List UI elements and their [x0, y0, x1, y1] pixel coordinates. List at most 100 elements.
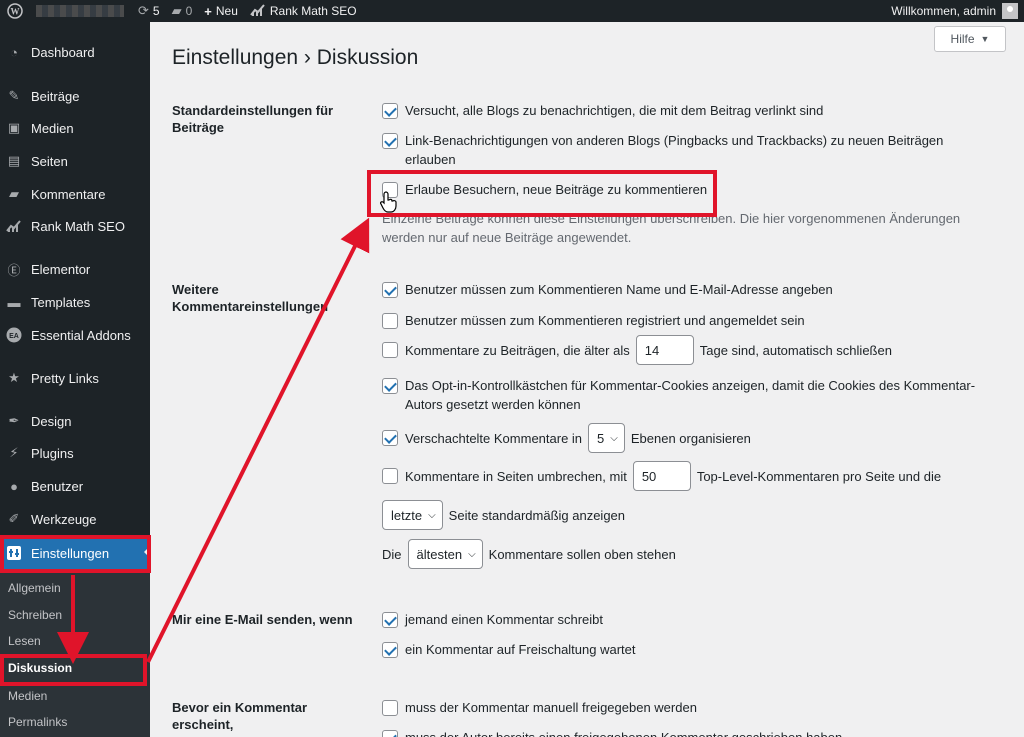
- checkbox[interactable]: [382, 103, 398, 119]
- option-label: ein Kommentar auf Freischaltung wartet: [405, 642, 636, 657]
- option-notify-blogs[interactable]: Versucht, alle Blogs zu benachrichtigen,…: [382, 101, 1002, 120]
- option-label-suffix: Top-Level-Kommentaren pro Seite und die: [696, 468, 942, 484]
- option-require-name-email[interactable]: Benutzer müssen zum Kommentieren Name un…: [382, 280, 1002, 299]
- option-threaded-comments[interactable]: Verschachtelte Kommentare in 5 ⌵ Ebenen …: [382, 423, 1002, 453]
- menu-label: Pretty Links: [31, 370, 99, 386]
- menu-label: Plugins: [31, 445, 74, 461]
- dashboard-icon: ◔: [10, 44, 18, 60]
- menu-media[interactable]: ▣ Medien: [0, 113, 150, 143]
- help-label: Hilfe: [950, 32, 975, 46]
- days-input[interactable]: 14: [635, 335, 694, 365]
- option-label: Kommentare in Seiten umbrechen, mit: [405, 468, 627, 484]
- menu-label: Kommentare: [31, 186, 106, 202]
- menu-dashboard[interactable]: ◔ Dashboard: [0, 37, 150, 67]
- admin-sidebar: ◔ Dashboard ✎ Beiträge ▣ Medien ▤ Seiten…: [0, 22, 150, 737]
- menu-label: Benutzer: [31, 478, 84, 494]
- chart-icon: [6, 218, 22, 234]
- option-label: Benutzer müssen zum Kommentieren Name un…: [405, 282, 833, 297]
- submenu-permalinks[interactable]: Permalinks: [0, 710, 150, 734]
- option-pingbacks[interactable]: Link-Benachrichtigungen von anderen Blog…: [382, 131, 982, 169]
- select-value: 5: [597, 430, 605, 446]
- chart-icon: [250, 3, 266, 19]
- option-label-suffix: Seite standardmäßig anzeigen: [448, 507, 626, 523]
- checkbox[interactable]: [382, 468, 398, 484]
- menu-pretty-links[interactable]: ★ Pretty Links: [0, 363, 150, 393]
- select-value: letzte: [391, 507, 423, 523]
- comments-icon: ▰: [9, 186, 19, 201]
- menu-design[interactable]: ✒ Design: [0, 406, 150, 436]
- option-paged-comments[interactable]: Kommentare in Seiten umbrechen, mit 50 T…: [382, 461, 1002, 491]
- wordpress-logo-icon[interactable]: W: [0, 0, 30, 22]
- help-button[interactable]: Hilfe ▼: [934, 26, 1006, 52]
- plugin-icon: ⚡: [9, 445, 19, 460]
- submenu-general[interactable]: Allgemein: [0, 576, 150, 600]
- checkbox[interactable]: [382, 642, 398, 658]
- menu-plugins[interactable]: ⚡ Plugins: [0, 438, 150, 468]
- checkbox[interactable]: [382, 342, 398, 358]
- checkbox[interactable]: [382, 730, 398, 737]
- option-default-page: letzte ⌵ Seite standardmäßig anzeigen: [382, 500, 1002, 530]
- chevron-down-icon: ⌵: [610, 432, 618, 444]
- refresh-icon: ⟳: [138, 3, 149, 18]
- menu-rank-math[interactable]: Rank Math SEO: [0, 211, 150, 241]
- rank-math-link[interactable]: Rank Math SEO: [244, 0, 363, 22]
- per-page-input[interactable]: 50: [632, 461, 691, 491]
- hand-cursor-icon: [380, 191, 397, 213]
- star-icon: ★: [8, 370, 20, 385]
- submenu-media[interactable]: Medien: [0, 684, 150, 708]
- main-content: Hilfe ▼ Einstellungen › Diskussion Stand…: [150, 22, 1024, 737]
- chevron-down-icon: ⌵: [468, 548, 476, 560]
- menu-tools[interactable]: ✐ Werkzeuge: [0, 504, 150, 534]
- option-mail-on-moderation[interactable]: ein Kommentar auf Freischaltung wartet: [382, 640, 1002, 659]
- updates-link[interactable]: ⟳ 5: [132, 0, 166, 22]
- select-value: ältesten: [416, 546, 463, 562]
- menu-templates[interactable]: ▬ Templates: [0, 287, 150, 317]
- option-mail-on-comment[interactable]: jemand einen Kommentar schreibt: [382, 610, 1002, 629]
- menu-comments[interactable]: ▰ Kommentare: [0, 179, 150, 209]
- checkbox[interactable]: [382, 313, 398, 329]
- checkbox[interactable]: [382, 700, 398, 716]
- option-manual-approval[interactable]: muss der Kommentar manuell freigegeben w…: [382, 698, 1002, 717]
- menu-label: Beiträge: [31, 88, 80, 104]
- new-content-link[interactable]: + Neu: [198, 0, 244, 22]
- option-require-registration[interactable]: Benutzer müssen zum Kommentieren registr…: [382, 311, 1002, 330]
- welcome-text[interactable]: Willkommen, admin: [891, 4, 996, 18]
- option-label: Kommentare zu Beiträgen, die älter als: [405, 342, 630, 358]
- avatar[interactable]: [1002, 3, 1018, 19]
- thread-depth-select[interactable]: 5 ⌵: [588, 423, 625, 453]
- menu-label: Rank Math SEO: [31, 218, 125, 234]
- checkbox[interactable]: [382, 430, 398, 446]
- checkbox[interactable]: [382, 612, 398, 628]
- comment-order-select[interactable]: ältesten ⌵: [407, 539, 483, 569]
- option-close-comments[interactable]: Kommentare zu Beiträgen, die älter als 1…: [382, 335, 1002, 365]
- section-other-comment-settings: Weitere Kommentareinstellungen: [172, 282, 329, 314]
- menu-essential-addons[interactable]: EA Essential Addons: [0, 320, 150, 350]
- pages-icon: ▤: [7, 153, 21, 168]
- menu-posts[interactable]: ✎ Beiträge: [0, 81, 150, 111]
- option-label: Link-Benachrichtigungen von anderen Blog…: [405, 133, 944, 167]
- menu-label: Elementor: [31, 261, 91, 277]
- menu-elementor[interactable]: Ⓔ Elementor: [0, 254, 150, 284]
- folder-icon: ▬: [7, 294, 21, 310]
- site-name[interactable]: [36, 5, 124, 17]
- comments-link[interactable]: ▰ 0: [166, 0, 199, 22]
- menu-users[interactable]: ● Benutzer: [0, 471, 150, 501]
- elementor-icon: Ⓔ: [7, 262, 21, 278]
- menu-label: Templates: [31, 294, 91, 310]
- submenu-writing[interactable]: Schreiben: [0, 603, 150, 627]
- option-label-suffix: Tage sind, automatisch schließen: [699, 342, 892, 358]
- option-label: jemand einen Kommentar schreibt: [405, 612, 603, 627]
- submenu-reading[interactable]: Lesen: [0, 629, 150, 653]
- comment-bubble-icon: ▰: [171, 3, 182, 18]
- menu-label: Werkzeuge: [31, 511, 97, 527]
- menu-pages[interactable]: ▤ Seiten: [0, 146, 150, 176]
- section-email-me: Mir eine E-Mail senden, wenn: [172, 612, 353, 627]
- option-comment-order: Die ältesten ⌵ Kommentare sollen oben st…: [382, 539, 1002, 569]
- svg-text:EA: EA: [9, 333, 19, 340]
- option-cookies-optin[interactable]: Das Opt-in-Kontrollkästchen für Kommenta…: [382, 376, 994, 414]
- checkbox[interactable]: [382, 282, 398, 298]
- checkbox[interactable]: [382, 378, 398, 394]
- default-page-select[interactable]: letzte ⌵: [382, 500, 443, 530]
- checkbox[interactable]: [382, 133, 398, 149]
- option-previously-approved[interactable]: muss der Autor bereits einen freigegeben…: [382, 728, 1002, 737]
